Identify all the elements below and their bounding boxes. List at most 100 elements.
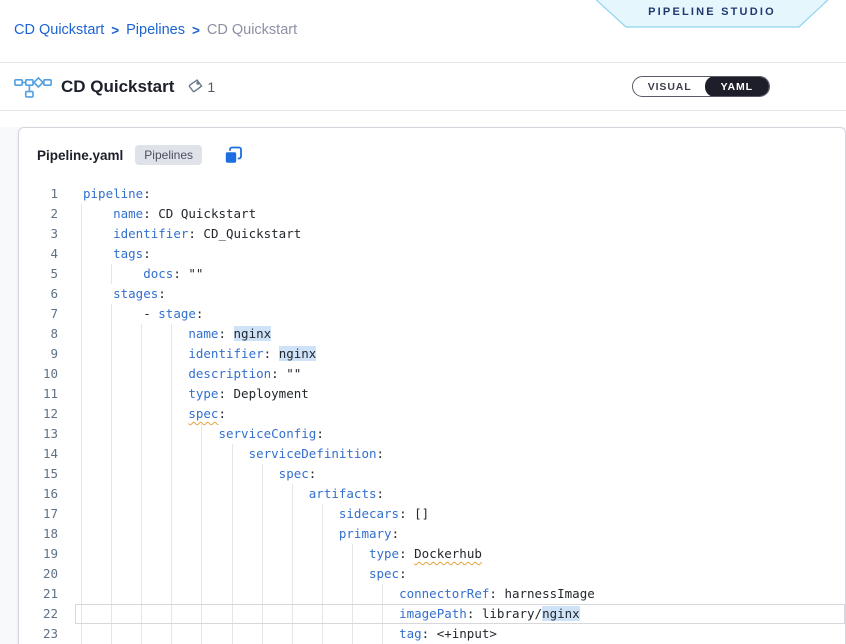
indent-guide (141, 364, 142, 384)
code-line[interactable]: 2 name: CD Quickstart (19, 204, 845, 224)
indent-guide (171, 324, 172, 344)
indent-guide (111, 444, 112, 464)
code-line-text: description: "" (83, 364, 301, 384)
indent-guide (111, 464, 112, 484)
code-line-text: identifier: nginx (83, 344, 316, 364)
breadcrumb-separator-icon: > (192, 23, 200, 38)
indent-guide (262, 604, 263, 624)
code-area[interactable]: 1pipeline:2 name: CD Quickstart3 identif… (19, 174, 845, 644)
visual-yaml-toggle[interactable]: VISUAL YAML (632, 76, 770, 97)
code-line[interactable]: 9 identifier: nginx (19, 344, 845, 364)
indent-guide (322, 624, 323, 644)
indent-guide (201, 424, 202, 444)
indent-guide (171, 384, 172, 404)
breadcrumb-project-link[interactable]: CD Quickstart (14, 22, 104, 38)
indent-guide (171, 544, 172, 564)
code-line[interactable]: 14 serviceDefinition: (19, 444, 845, 464)
pipeline-studio-banner: PIPELINE STUDIO (596, 0, 828, 28)
indent-guide (201, 524, 202, 544)
code-line-text: name: CD Quickstart (83, 204, 256, 224)
code-line[interactable]: 21 connectorRef: harnessImage (19, 584, 845, 604)
code-line[interactable]: 18 primary: (19, 524, 845, 544)
code-line[interactable]: 1pipeline: (19, 184, 845, 204)
line-number: 16 (19, 484, 58, 504)
code-line[interactable]: 7 - stage: (19, 304, 845, 324)
top-bar: CD Quickstart > Pipelines > CD Quickstar… (0, 0, 846, 63)
indent-guide (81, 504, 82, 524)
indent-guide (111, 544, 112, 564)
indent-guide (111, 384, 112, 404)
code-line[interactable]: 5 docs: "" (19, 264, 845, 284)
indent-guide (171, 484, 172, 504)
indent-guide (111, 304, 112, 324)
indent-guide (352, 564, 353, 584)
indent-guide (292, 544, 293, 564)
toggle-visual-option[interactable]: VISUAL (633, 81, 705, 93)
indent-guide (111, 504, 112, 524)
code-line[interactable]: 13 serviceConfig: (19, 424, 845, 444)
indent-guide (81, 584, 82, 604)
code-line-text: serviceDefinition: (83, 444, 384, 464)
indent-guide (382, 624, 383, 644)
line-number: 17 (19, 504, 58, 524)
code-line[interactable]: 20 spec: (19, 564, 845, 584)
indent-guide (111, 424, 112, 444)
code-line[interactable]: 19 type: Dockerhub (19, 544, 845, 564)
indent-guide (81, 444, 82, 464)
yaml-editor-card: Pipeline.yaml Pipelines 1pipeline:2 name… (18, 127, 846, 644)
line-number: 22 (19, 604, 58, 624)
indent-guide (81, 364, 82, 384)
indent-guide (81, 324, 82, 344)
code-line[interactable]: 16 artifacts: (19, 484, 845, 504)
code-line-text: type: Dockerhub (83, 544, 482, 564)
indent-guide (111, 264, 112, 284)
code-line[interactable]: 8 name: nginx (19, 324, 845, 344)
indent-guide (141, 524, 142, 544)
indent-guide (81, 484, 82, 504)
code-line[interactable]: 17 sidecars: [] (19, 504, 845, 524)
indent-guide (262, 584, 263, 604)
indent-guide (171, 344, 172, 364)
code-line[interactable]: 6 stages: (19, 284, 845, 304)
code-line[interactable]: 12 spec: (19, 404, 845, 424)
indent-guide (111, 524, 112, 544)
line-number: 8 (19, 324, 58, 344)
line-number: 20 (19, 564, 58, 584)
indent-guide (201, 584, 202, 604)
code-line-current[interactable]: 22 imagePath: library/nginx (19, 604, 845, 624)
breadcrumb-pipelines-link[interactable]: Pipelines (126, 22, 185, 38)
code-line[interactable]: 3 identifier: CD_Quickstart (19, 224, 845, 244)
tag-icon (187, 78, 204, 95)
indent-guide (232, 504, 233, 524)
indent-guide (232, 444, 233, 464)
indent-guide (111, 584, 112, 604)
code-line[interactable]: 11 type: Deployment (19, 384, 845, 404)
code-line-text: type: Deployment (83, 384, 309, 404)
indent-guide (141, 324, 142, 344)
code-line[interactable]: 15 spec: (19, 464, 845, 484)
indent-guide (292, 524, 293, 544)
indent-guide (81, 264, 82, 284)
line-number: 13 (19, 424, 58, 444)
indent-guide (111, 324, 112, 344)
indent-guide (171, 584, 172, 604)
indent-guide (81, 404, 82, 424)
code-line-text: stages: (83, 284, 166, 304)
indent-guide (292, 504, 293, 524)
indent-guide (232, 524, 233, 544)
code-line[interactable]: 10 description: "" (19, 364, 845, 384)
indent-guide (262, 504, 263, 524)
indent-guide (141, 424, 142, 444)
indent-guide (81, 344, 82, 364)
copy-icon[interactable] (224, 146, 243, 165)
indent-guide (322, 504, 323, 524)
code-line[interactable]: 4 tags: (19, 244, 845, 264)
page-title: CD Quickstart (61, 77, 174, 97)
tags-indicator[interactable]: 1 (187, 78, 215, 95)
code-line-text: spec: (83, 564, 407, 584)
toggle-yaml-option[interactable]: YAML (705, 76, 769, 97)
indent-guide (141, 484, 142, 504)
code-line[interactable]: 23 tag: <+input> (19, 624, 845, 644)
indent-guide (201, 464, 202, 484)
indent-guide (292, 604, 293, 624)
